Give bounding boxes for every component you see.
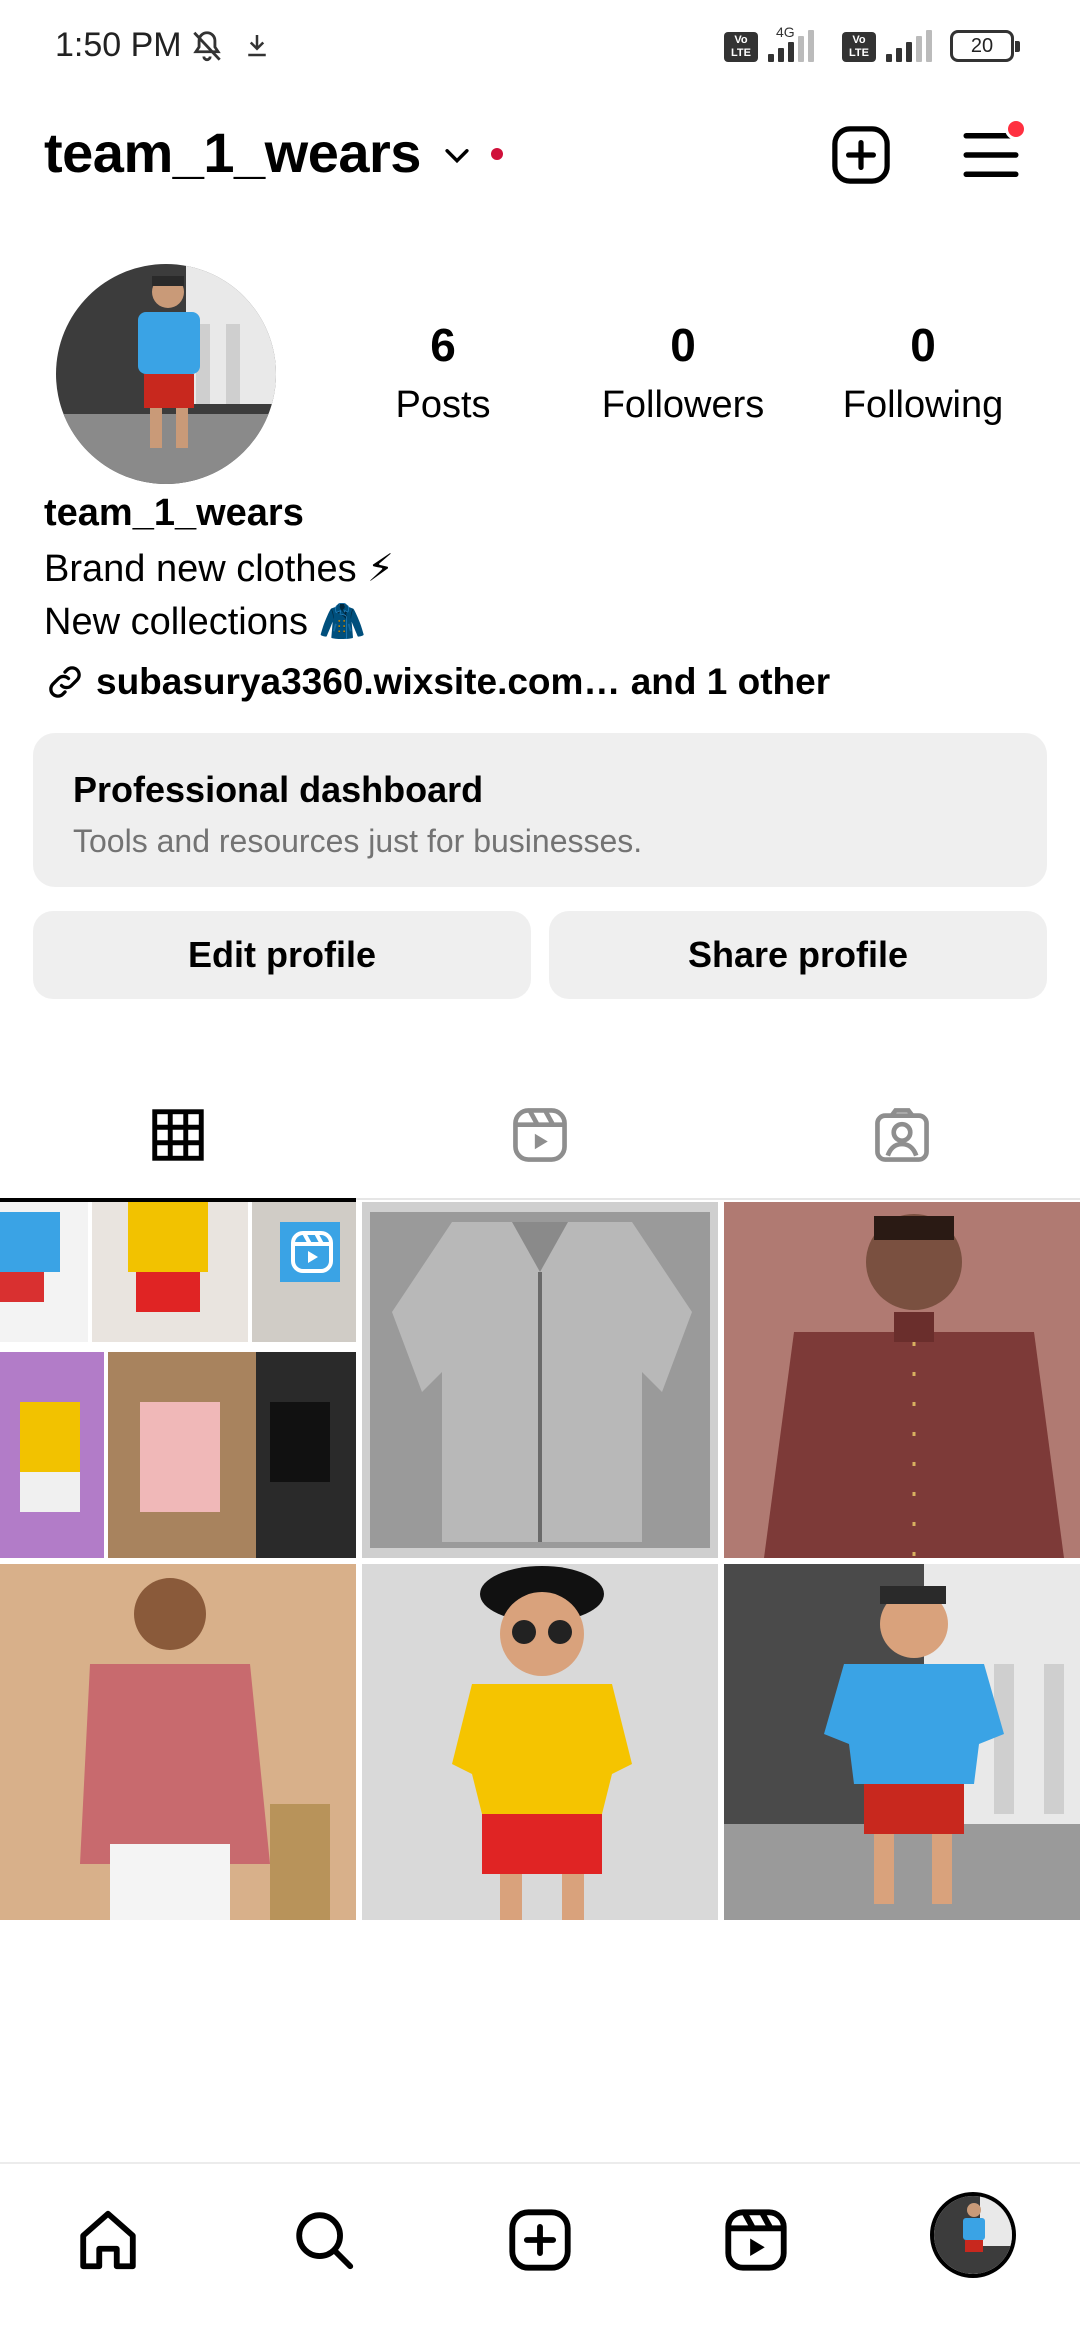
signal-strength-1 (768, 28, 814, 62)
volte-label: Vo LTE (849, 34, 869, 59)
bio-link[interactable]: subasurya3360.wixsite.com… and 1 other (44, 654, 1044, 710)
search-icon (296, 2212, 354, 2270)
nav-home[interactable] (68, 2200, 148, 2280)
following-count-value: 0 (910, 319, 936, 371)
posts-count-value: 6 (430, 319, 456, 371)
post-thumbnail-3[interactable] (724, 1202, 1080, 1558)
volte-badge-2: Vo LTE (842, 32, 876, 62)
chevron-down-icon[interactable] (440, 138, 474, 172)
volte-badge-1: Vo LTE (724, 32, 758, 62)
followers-count-value: 0 (670, 319, 696, 371)
account-switcher-username[interactable]: team_1_wears (44, 120, 421, 185)
link-icon (49, 666, 81, 698)
post-thumbnail-2[interactable] (362, 1202, 718, 1558)
tab-reels[interactable] (362, 1092, 718, 1200)
edit-profile-button[interactable]: Edit profile (33, 911, 531, 999)
nav-reels[interactable] (716, 2200, 796, 2280)
bio-line-2: New collections 🧥 (44, 601, 366, 643)
post-image-maroon-suit (724, 1202, 1080, 1558)
grid-icon (152, 1109, 204, 1161)
reels-icon (725, 2209, 787, 2271)
post-image-kid-yellow (362, 1564, 718, 1920)
create-post-icon[interactable] (828, 122, 894, 188)
battery-level: 20 (970, 35, 994, 57)
post-image-kid-blue (724, 1564, 1080, 1920)
dashboard-subtitle: Tools and resources just for businesses. (73, 823, 643, 859)
bio-link-text: subasurya3360.wixsite.com… and 1 other (96, 661, 831, 702)
download-icon (248, 35, 266, 57)
bio-line-1: Brand new clothes ⚡ (44, 548, 394, 590)
avatar-photo (56, 264, 276, 484)
posts-count[interactable]: 6 Posts (323, 318, 563, 427)
tagged-person-icon (875, 1108, 929, 1162)
post-image-shirt (362, 1202, 718, 1558)
dashboard-title: Professional dashboard (73, 769, 484, 810)
bottom-navigation (0, 2162, 1080, 2340)
profile-header: team_1_wears (0, 108, 1080, 198)
create-icon (509, 2209, 571, 2271)
nav-profile-avatar[interactable] (930, 2192, 1016, 2278)
home-icon (80, 2210, 136, 2270)
reels-icon (513, 1108, 567, 1162)
post-thumbnail-5[interactable] (362, 1564, 718, 1920)
profile-bio: team_1_wears Brand new clothes ⚡ New col… (44, 492, 1044, 710)
battery-indicator: 20 (950, 30, 1020, 62)
menu-notification-dot (1005, 118, 1027, 140)
profile-avatar-thumbnail (934, 2196, 1012, 2274)
volte-label: Vo LTE (731, 34, 751, 59)
nav-create[interactable] (500, 2200, 580, 2280)
following-count-label: Following (842, 384, 1004, 426)
signal-strength-2 (886, 28, 932, 62)
posts-count-label: Posts (395, 384, 491, 426)
post-thumbnail-4[interactable] (0, 1564, 356, 1920)
bio-display-name: team_1_wears (44, 492, 304, 534)
followers-count[interactable]: 0 Followers (563, 318, 803, 427)
post-image-pink-suit (0, 1564, 356, 1920)
notification-dot (491, 148, 503, 160)
post-thumbnail-1[interactable] (0, 1202, 356, 1558)
profile-content-tabs (0, 1092, 1080, 1202)
notifications-muted-icon (193, 31, 221, 62)
tab-tagged[interactable] (724, 1092, 1080, 1200)
tab-grid[interactable] (0, 1092, 356, 1202)
status-time: 1:50 PM (55, 26, 182, 64)
reel-badge-icon (291, 1231, 333, 1273)
status-bar: 1:50 PM Vo LTE 4G Vo LTE 20 (0, 0, 1080, 96)
professional-dashboard[interactable]: Professional dashboard Tools and resourc… (33, 733, 1047, 887)
following-count[interactable]: 0 Following (803, 318, 1043, 427)
share-profile-button[interactable]: Share profile (549, 911, 1047, 999)
profile-avatar[interactable] (56, 264, 276, 484)
nav-search[interactable] (284, 2200, 364, 2280)
followers-count-label: Followers (601, 384, 765, 426)
post-thumbnail-6[interactable] (724, 1564, 1080, 1920)
